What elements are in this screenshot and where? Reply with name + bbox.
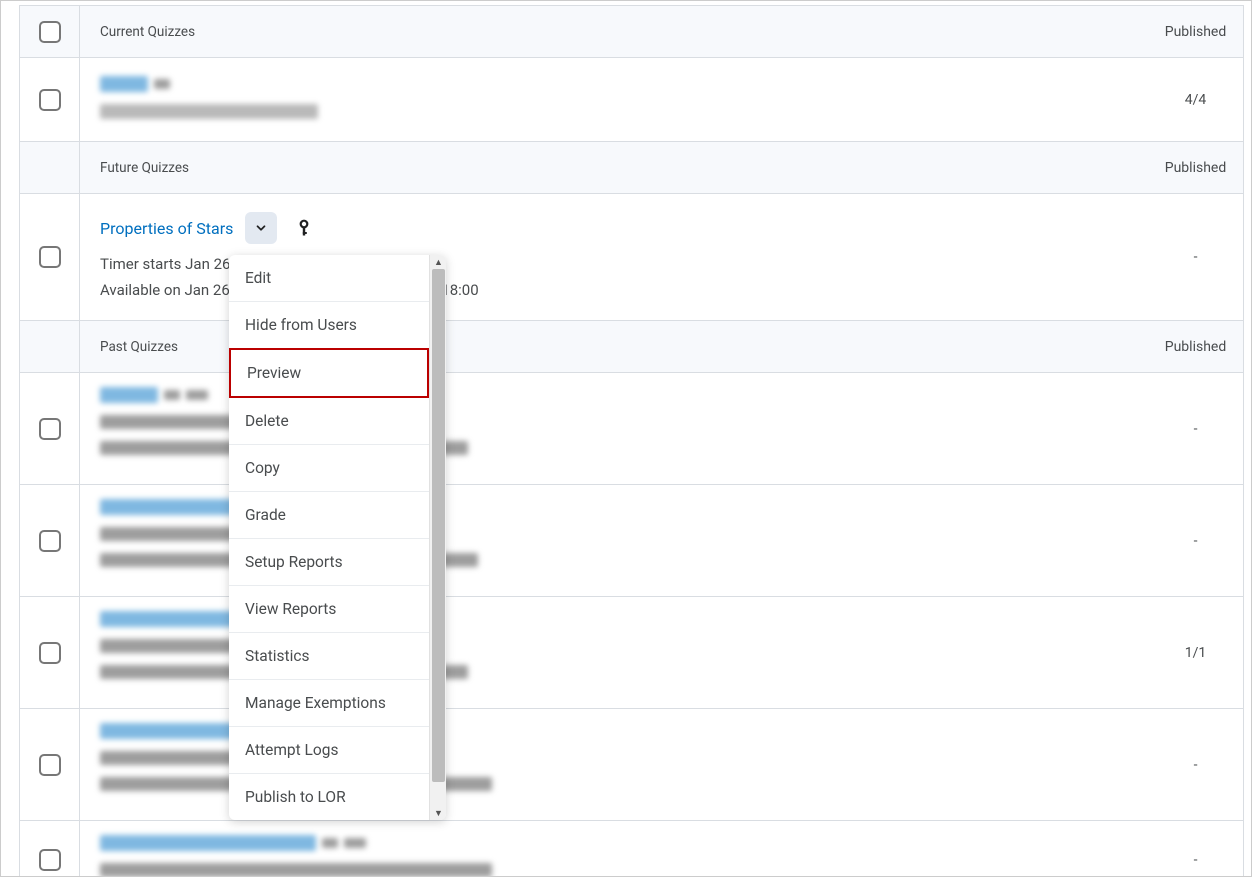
quiz-row: -: [20, 485, 1243, 597]
published-value: -: [1148, 194, 1243, 320]
header-checkbox-cell: [20, 6, 80, 57]
menu-item-attempt-logs[interactable]: Attempt Logs: [229, 727, 429, 774]
blurred-text: [322, 838, 338, 848]
menu-item-edit[interactable]: Edit: [229, 255, 429, 302]
scroll-up-arrow-icon[interactable]: ▲: [430, 255, 446, 269]
quiz-row: -: [20, 821, 1243, 877]
section-header-future: Future Quizzes Published: [20, 142, 1243, 194]
blurred-text: [154, 79, 170, 89]
quiz-title-link[interactable]: Properties of Stars: [100, 219, 233, 238]
blurred-text: [164, 390, 180, 400]
menu-list: Edit Hide from Users Preview Delete Copy…: [229, 255, 429, 820]
published-value: -: [1148, 485, 1243, 596]
quiz-row-checkbox[interactable]: [39, 754, 61, 776]
page-container: Current Quizzes Published 4/4 Future: [0, 0, 1252, 877]
quiz-title-blurred[interactable]: [100, 76, 148, 92]
menu-item-manage-exemptions[interactable]: Manage Exemptions: [229, 680, 429, 727]
menu-item-statistics[interactable]: Statistics: [229, 633, 429, 680]
quiz-row-checkbox[interactable]: [39, 418, 61, 440]
select-all-current-checkbox[interactable]: [39, 21, 61, 43]
published-value: -: [1148, 821, 1243, 877]
quiz-row: -: [20, 373, 1243, 485]
chevron-down-icon: [254, 221, 268, 235]
checkbox-cell: [20, 709, 80, 820]
quiz-row-checkbox[interactable]: [39, 89, 61, 111]
menu-item-hide-from-users[interactable]: Hide from Users: [229, 302, 429, 349]
quiz-row-checkbox[interactable]: [39, 642, 61, 664]
scroll-thumb[interactable]: [432, 269, 445, 782]
menu-scrollbar[interactable]: ▲ ▼: [429, 255, 446, 820]
blurred-text: [344, 838, 366, 848]
quiz-title-blurred[interactable]: [100, 611, 244, 627]
blurred-text: [100, 104, 318, 119]
checkbox-cell: [20, 821, 80, 877]
header-checkbox-cell: [20, 321, 80, 372]
quiz-row: Properties of Stars Timer starts Jan 26,…: [20, 194, 1243, 321]
quiz-actions-menu: Edit Hide from Users Preview Delete Copy…: [229, 255, 446, 820]
section-header-current: Current Quizzes Published: [20, 6, 1243, 58]
checkbox-cell: [20, 194, 80, 320]
quiz-table: Current Quizzes Published 4/4 Future: [19, 5, 1244, 877]
checkbox-cell: [20, 58, 80, 141]
blurred-text: [100, 863, 492, 877]
quiz-content: [80, 821, 1148, 877]
published-value: 4/4: [1148, 58, 1243, 141]
published-value: -: [1148, 373, 1243, 484]
menu-item-copy[interactable]: Copy: [229, 445, 429, 492]
blurred-text: [186, 390, 208, 400]
checkbox-cell: [20, 485, 80, 596]
menu-item-preview[interactable]: Preview: [229, 348, 429, 398]
quiz-row-checkbox[interactable]: [39, 530, 61, 552]
checkbox-cell: [20, 373, 80, 484]
quiz-row-checkbox[interactable]: [39, 849, 61, 871]
published-header: Published: [1148, 6, 1243, 57]
published-header: Published: [1148, 321, 1243, 372]
quiz-title-blurred[interactable]: [100, 835, 316, 851]
quiz-row: -: [20, 709, 1243, 821]
menu-item-setup-reports[interactable]: Setup Reports: [229, 539, 429, 586]
menu-item-view-reports[interactable]: View Reports: [229, 586, 429, 633]
quiz-actions-dropdown-button[interactable]: [245, 212, 277, 244]
quiz-content: [80, 58, 1148, 141]
checkbox-cell: [20, 597, 80, 708]
published-value: 1/1: [1148, 597, 1243, 708]
section-title: Future Quizzes: [80, 142, 1148, 193]
quiz-title-row: Properties of Stars: [100, 212, 1128, 244]
key-icon: [297, 219, 311, 237]
quiz-row: 1/1: [20, 597, 1243, 709]
published-value: -: [1148, 709, 1243, 820]
header-checkbox-cell: [20, 142, 80, 193]
menu-item-grade[interactable]: Grade: [229, 492, 429, 539]
menu-item-publish-to-lor[interactable]: Publish to LOR: [229, 774, 429, 820]
section-title: Current Quizzes: [80, 6, 1148, 57]
menu-item-delete[interactable]: Delete: [229, 398, 429, 445]
published-header: Published: [1148, 142, 1243, 193]
restricted-icon: [295, 219, 313, 237]
quiz-title-blurred[interactable]: [100, 387, 158, 403]
quiz-title-blurred[interactable]: [100, 499, 234, 515]
scroll-down-arrow-icon[interactable]: ▼: [430, 806, 446, 820]
menu-inner: Edit Hide from Users Preview Delete Copy…: [229, 255, 446, 820]
section-header-past: Past Quizzes Published: [20, 321, 1243, 373]
quiz-row-checkbox[interactable]: [39, 246, 61, 268]
quiz-row: 4/4: [20, 58, 1243, 142]
